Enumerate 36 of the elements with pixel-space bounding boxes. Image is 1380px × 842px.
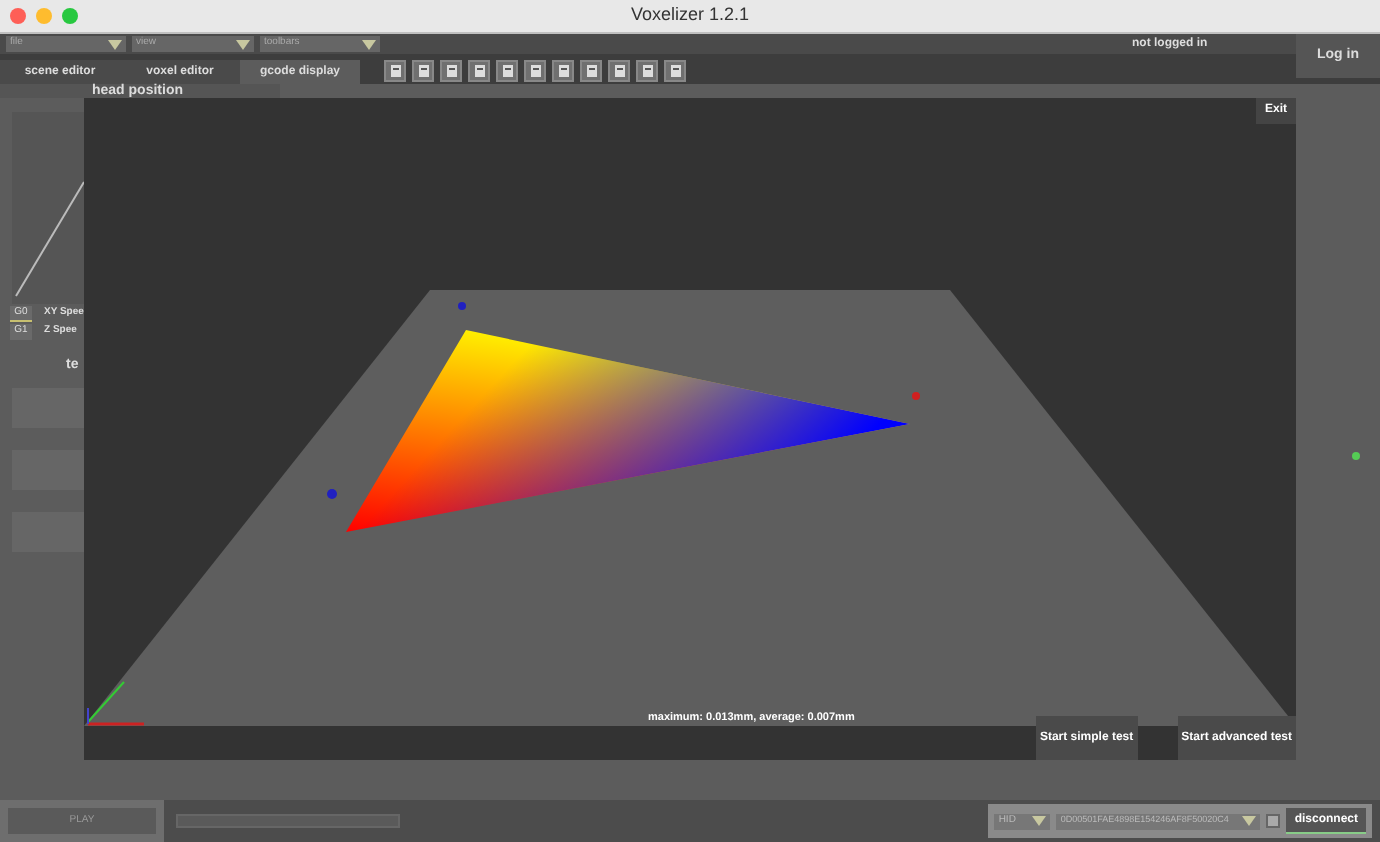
- caret-icon: [236, 39, 250, 49]
- settings-card: [12, 450, 84, 490]
- document-icon: [445, 64, 457, 78]
- toolbar-button[interactable]: [552, 60, 574, 82]
- document-icon: [501, 64, 513, 78]
- toolbar-button[interactable]: [496, 60, 518, 82]
- settings-card: [12, 388, 84, 428]
- probe-point: [458, 302, 466, 310]
- caret-icon: [1242, 816, 1257, 826]
- toolbar-button[interactable]: [636, 60, 658, 82]
- caret-icon: [108, 39, 122, 49]
- document-icon: [585, 64, 597, 78]
- toolbar-button[interactable]: [608, 60, 630, 82]
- save-icon[interactable]: [1266, 814, 1281, 828]
- document-icon: [417, 64, 429, 78]
- axis-drawing: [87, 681, 144, 726]
- document-icon: [641, 64, 653, 78]
- toolbar-button[interactable]: [440, 60, 462, 82]
- toolbar-button[interactable]: [384, 60, 406, 82]
- toolbar-button[interactable]: [412, 60, 434, 82]
- window-title: Voxelizer 1.2.1: [630, 2, 750, 29]
- probe-point: [327, 489, 337, 499]
- document-icon: [557, 64, 569, 78]
- document-icon: [669, 64, 681, 78]
- caret-icon: [362, 39, 376, 49]
- document-icon: [389, 64, 401, 78]
- document-icon: [473, 64, 485, 78]
- toolbar-button[interactable]: [468, 60, 490, 82]
- settings-card: [12, 512, 84, 552]
- document-icon: [529, 64, 541, 78]
- caret-icon: [1032, 816, 1047, 826]
- probe-point: [912, 392, 920, 400]
- toolbar-button[interactable]: [524, 60, 546, 82]
- toolbar-button[interactable]: [580, 60, 602, 82]
- document-icon: [613, 64, 625, 78]
- toolbar-button[interactable]: [664, 60, 686, 82]
